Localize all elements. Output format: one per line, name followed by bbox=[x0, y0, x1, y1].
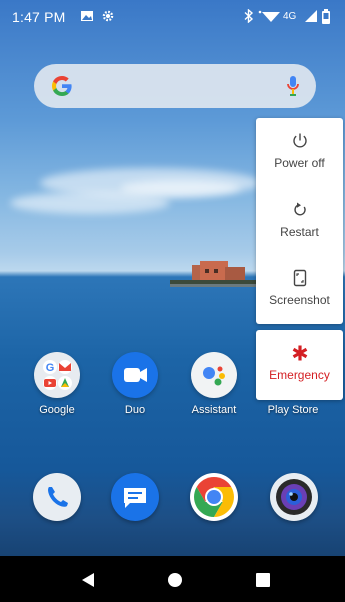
back-button[interactable] bbox=[80, 572, 96, 588]
mic-icon[interactable] bbox=[286, 75, 300, 97]
app-label: Play Store bbox=[267, 404, 319, 416]
home-screen: 1:47 PM 4G G Google Duo Assistant Play S… bbox=[0, 0, 345, 602]
screenshot-label: Screenshot bbox=[269, 293, 330, 307]
network-type: 4G bbox=[283, 11, 297, 22]
emergency-icon bbox=[292, 345, 307, 361]
chrome-icon[interactable] bbox=[190, 473, 238, 521]
power-menu: Power off Restart Screenshot bbox=[256, 118, 343, 324]
wifi-icon bbox=[258, 10, 280, 22]
phone-icon[interactable] bbox=[33, 473, 81, 521]
bluetooth-icon bbox=[244, 9, 254, 23]
app-label: Duo bbox=[124, 404, 146, 416]
signal-icon bbox=[305, 10, 317, 22]
restart-icon bbox=[293, 202, 306, 216]
power-off-label: Power off bbox=[274, 156, 325, 170]
assistant-icon bbox=[191, 352, 237, 398]
status-bar: 1:47 PM 4G bbox=[0, 0, 345, 32]
recents-button[interactable] bbox=[255, 572, 271, 588]
restart-label: Restart bbox=[280, 225, 319, 239]
battery-icon bbox=[322, 9, 330, 24]
screenshot-icon bbox=[293, 269, 306, 287]
google-search-bar[interactable] bbox=[34, 64, 316, 108]
google-g-icon bbox=[52, 76, 72, 96]
app-label: Assistant bbox=[191, 404, 237, 416]
power-off-button[interactable]: Power off bbox=[256, 118, 343, 186]
app-google-folder[interactable]: G Google bbox=[21, 352, 93, 416]
screenshot-button[interactable]: Screenshot bbox=[256, 255, 343, 323]
app-duo[interactable]: Duo bbox=[99, 352, 171, 416]
emergency-label: Emergency bbox=[269, 368, 330, 382]
app-label: Google bbox=[39, 404, 75, 416]
status-time: 1:47 PM bbox=[12, 9, 66, 25]
restart-button[interactable]: Restart bbox=[256, 187, 343, 255]
emergency-button[interactable]: Emergency bbox=[256, 330, 343, 400]
svg-text:G: G bbox=[46, 362, 55, 374]
google-folder-icon: G bbox=[34, 352, 80, 398]
power-icon bbox=[292, 133, 307, 148]
camera-icon[interactable] bbox=[270, 473, 318, 521]
duo-icon bbox=[112, 352, 158, 398]
gear-icon bbox=[102, 10, 114, 22]
navigation-bar bbox=[0, 556, 345, 602]
app-assistant[interactable]: Assistant bbox=[178, 352, 250, 416]
home-button[interactable] bbox=[167, 572, 183, 588]
messages-icon[interactable] bbox=[111, 473, 159, 521]
image-icon bbox=[81, 11, 93, 21]
